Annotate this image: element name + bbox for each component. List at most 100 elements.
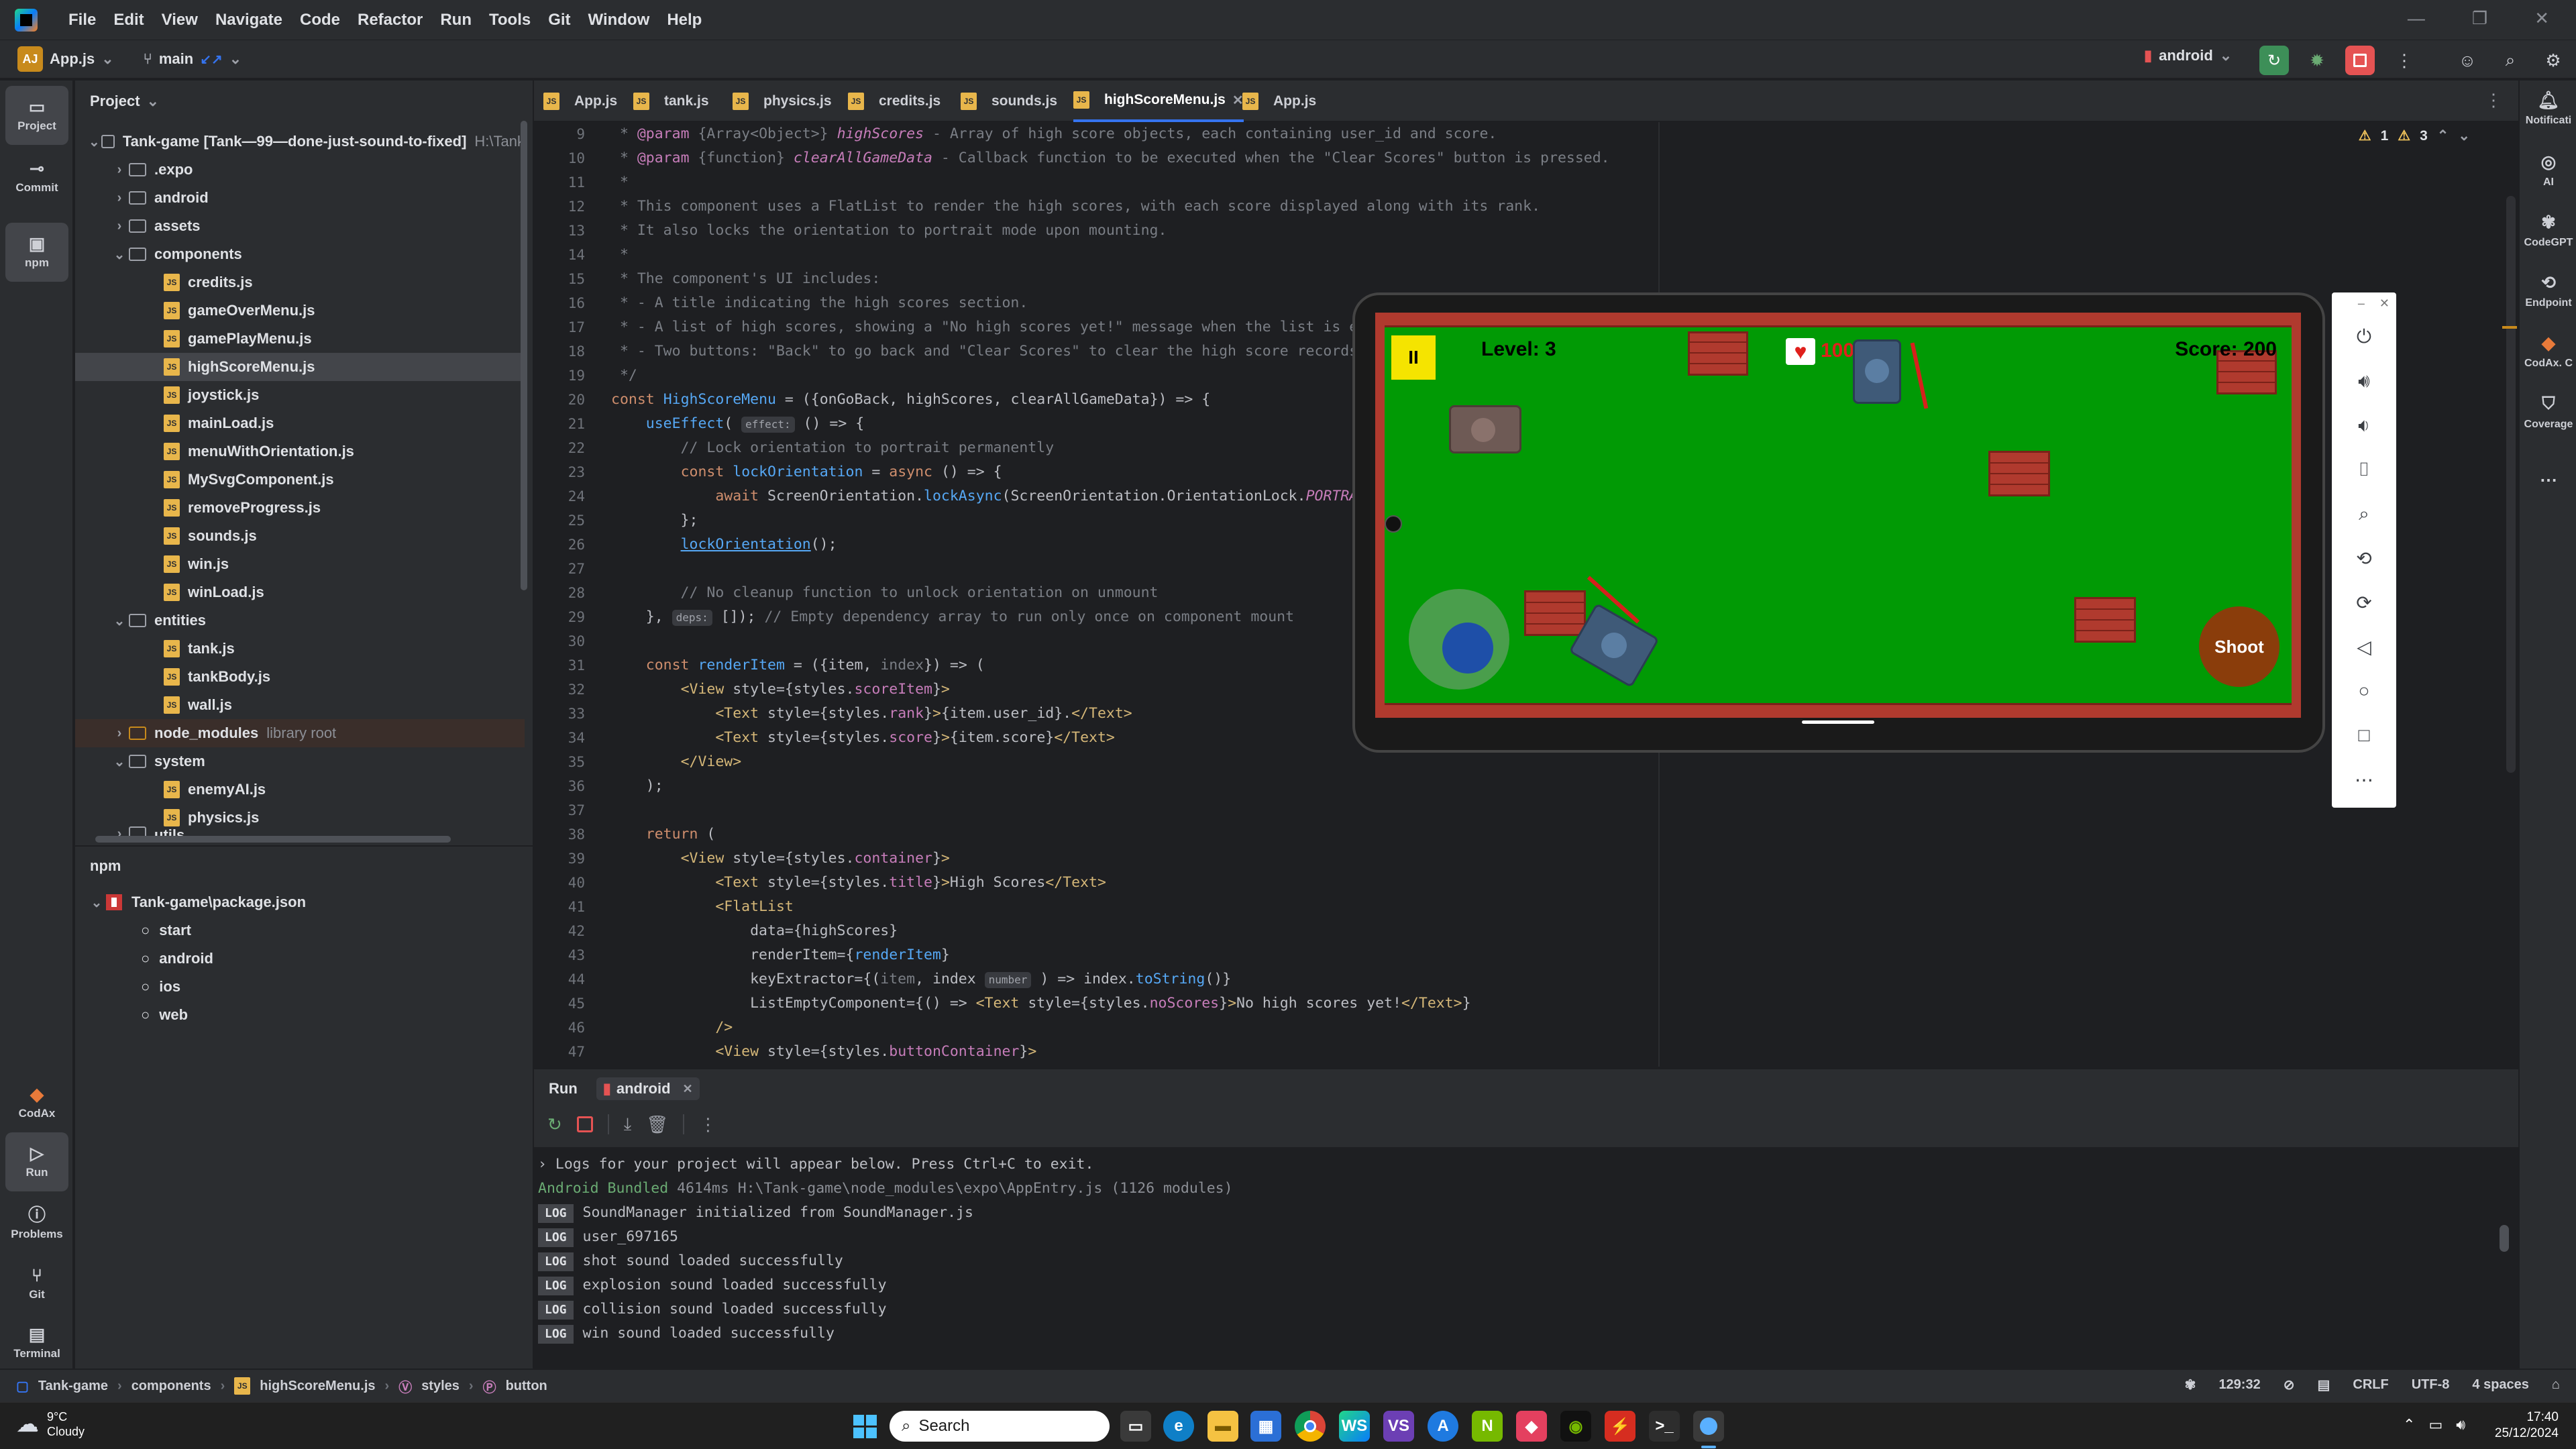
console-scrollbar[interactable] [2500,1225,2509,1252]
app-icon[interactable]: A [1428,1411,1458,1442]
tree-item[interactable]: › assets [75,212,525,240]
tree-item[interactable]: › .expo [75,156,525,184]
chevron-up-icon[interactable]: ⌃ [2403,1416,2415,1434]
tree-item[interactable]: JS wall.js [75,691,525,719]
rerun-icon[interactable]: ↻ [547,1114,562,1135]
account-icon[interactable]: ☺ [2453,46,2482,75]
active-app-icon[interactable] [1693,1411,1724,1442]
tree-root[interactable]: ⌄ Tank-game [Tank—99—done-just-sound-to-… [75,127,525,156]
tree-item[interactable]: JS win.js [75,550,525,578]
power-icon[interactable]: ⏻ [2332,317,2396,357]
menu-code[interactable]: Code [300,11,340,30]
ai-status-icon[interactable]: ✾ [2185,1377,2196,1393]
nvidia-app-icon[interactable]: ◉ [1560,1411,1591,1442]
tree-item[interactable]: JS winLoad.js [75,578,525,606]
npm-script[interactable]: ○ android [75,945,525,973]
visual-studio-icon[interactable]: VS [1383,1411,1414,1442]
tree-item[interactable]: ⌄ entities [75,606,525,635]
overview-icon[interactable]: □ [2332,715,2396,755]
volume-down-icon[interactable]: 🔉︎ [2332,405,2396,445]
figma-icon[interactable]: ◆ [1516,1411,1547,1442]
menu-git[interactable]: Git [548,11,570,30]
menu-help[interactable]: Help [667,11,702,30]
more-icon[interactable]: ⋯ [2332,759,2396,800]
more-icon[interactable]: ⋮ [699,1114,716,1135]
breadcrumb-item[interactable]: highScoreMenu.js [260,1379,375,1394]
menu-file[interactable]: File [68,11,96,30]
tool-problems[interactable]: ⓘ Problems [5,1194,68,1253]
weather-widget[interactable]: ☁ 9°C Cloudy [16,1409,85,1439]
npm-script[interactable]: ○ web [75,1001,525,1029]
breadcrumb-item[interactable]: components [131,1379,211,1394]
tab-tank-js[interactable]: JS tank.js [633,80,709,122]
menu-tools[interactable]: Tools [489,11,531,30]
menu-run[interactable]: Run [440,11,472,30]
nvidia-icon[interactable]: N [1472,1411,1503,1442]
rotate-left-icon[interactable]: ⟲ [2332,538,2396,578]
tree-item[interactable]: ⌄ components [75,240,525,268]
network-icon[interactable]: ▭ [2428,1416,2443,1434]
clock-time[interactable]: 17:40 [2495,1409,2559,1426]
shoot-button[interactable]: Shoot [2199,606,2279,687]
npm-script[interactable]: ○ start [75,916,525,945]
tool-ai[interactable]: ◎ AI [2520,152,2576,189]
chrome-icon[interactable] [1295,1411,1326,1442]
tab-sounds-js[interactable]: JS sounds.js [961,80,1057,122]
caret-position[interactable]: 129:32 [2218,1377,2260,1393]
project-pane-title[interactable]: Project [90,93,140,110]
trash-icon[interactable]: 🗑︎ [646,1114,668,1135]
zoom-icon[interactable]: ⌕ [2332,494,2396,534]
tree-item[interactable]: JS credits.js [75,268,525,297]
taskbar-search[interactable]: ⌕ Search [890,1411,1110,1442]
chevron-up-icon[interactable]: ⌃ [2437,127,2449,144]
inspection-widget[interactable]: ⚠ 1 ⚠ 3 ⌃ ⌄ [2359,127,2470,144]
horizontal-scrollbar[interactable] [95,836,451,843]
task-view-icon[interactable]: ▭ [1120,1411,1151,1442]
run-pane-title[interactable]: Run [549,1080,578,1097]
tab-app-js-2[interactable]: JS App.js [1242,80,1316,122]
close-tab-icon[interactable]: ✕ [683,1082,693,1096]
tool-codegpt[interactable]: ✾ CodeGPT [2520,212,2576,249]
tool-codax-chat[interactable]: ◆ CodAx. C [2520,333,2576,370]
file-explorer-icon[interactable]: ▬ [1208,1411,1238,1442]
tree-item[interactable]: JS enemyAI.js [75,775,525,804]
debug-icon[interactable]: ✹ [2302,46,2332,75]
volume-up-icon[interactable]: 🔊︎ [2332,361,2396,401]
tool-endpoints[interactable]: ⟲ Endpoint [2520,272,2576,309]
npm-package[interactable]: ⌄ Tank-game\package.json [75,888,525,916]
game-screen[interactable]: II Level: 3 ♥ 100 Score: 200 Shoot [1375,313,2301,718]
rerun-button[interactable]: ↻ [2259,46,2289,75]
vertical-scrollbar[interactable] [521,121,527,590]
tree-item[interactable]: › node_modules library root [75,719,525,747]
camera-icon[interactable]: ⌷ [2332,449,2396,490]
tree-item[interactable]: JS sounds.js [75,522,525,550]
memory-icon[interactable]: ▤ [2317,1377,2330,1393]
tree-item[interactable]: ⌄ system [75,747,525,775]
maximize-icon[interactable]: ❐ [2472,8,2487,29]
tool-coverage[interactable]: ⛉ Coverage [2520,393,2576,431]
store-icon[interactable]: ▦ [1250,1411,1281,1442]
menu-view[interactable]: View [162,11,198,30]
flash-app-icon[interactable]: ⚡ [1605,1411,1635,1442]
chevron-down-icon[interactable]: ⌄ [2458,127,2470,144]
rotate-right-icon[interactable]: ⟳ [2332,582,2396,623]
menu-navigate[interactable]: Navigate [215,11,282,30]
no-vcs-icon[interactable]: ⊘ [2284,1377,2295,1393]
tool-terminal[interactable]: ▤ Terminal [5,1313,68,1373]
tab-credits-js[interactable]: JS credits.js [848,80,941,122]
tool-run[interactable]: ▷ Run [5,1132,68,1191]
back-icon[interactable]: ◁ [2332,627,2396,667]
search-icon[interactable]: ⌕ [2496,46,2525,75]
close-window-icon[interactable]: ✕ [2534,8,2549,29]
indent-setting[interactable]: 4 spaces [2472,1377,2529,1393]
tab-options-icon[interactable]: ⋮ [2485,90,2502,111]
stop-icon[interactable] [576,1116,593,1132]
run-config-selector[interactable]: ▮ android ⌄ [2144,47,2232,64]
tree-item[interactable]: JS mainLoad.js [75,409,525,437]
clock-date[interactable]: 25/12/2024 [2495,1426,2559,1442]
tool-npm[interactable]: ▣ npm [5,223,68,282]
menu-window[interactable]: Window [588,11,650,30]
close-icon[interactable]: ✕ [2379,297,2390,311]
more-tools-icon[interactable]: ⋯ [2520,470,2576,490]
edge-icon[interactable]: e [1163,1411,1194,1442]
